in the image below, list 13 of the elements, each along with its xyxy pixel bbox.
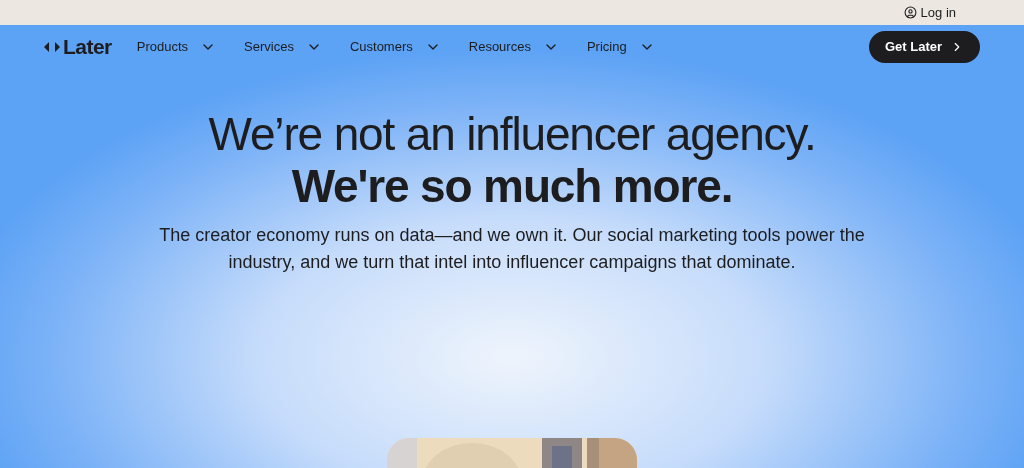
user-icon (903, 6, 917, 19)
nav-menu-item[interactable]: Products (136, 36, 217, 57)
get-later-button[interactable]: Get Later (868, 30, 980, 63)
hero-title-bold: We're so much more. (291, 160, 733, 212)
nav-menu-item[interactable]: Customers (349, 36, 441, 57)
hero-subtitle: The creator economy runs on data—and we own it. Our social marketing tools power the industry, and we turn that intel into influencer campaigns that dominate. (158, 224, 866, 274)
logo-icon (44, 41, 60, 52)
logo[interactable]: Later (63, 30, 112, 63)
login-link[interactable]: Log in (903, 2, 956, 23)
hero-title: We’re not an influencer agency. (208, 108, 816, 160)
nav-menu-item[interactable]: Resources (468, 36, 559, 57)
nav-menu-item[interactable]: Services (244, 36, 322, 57)
nav-menu-item[interactable]: Pricing (586, 36, 655, 57)
